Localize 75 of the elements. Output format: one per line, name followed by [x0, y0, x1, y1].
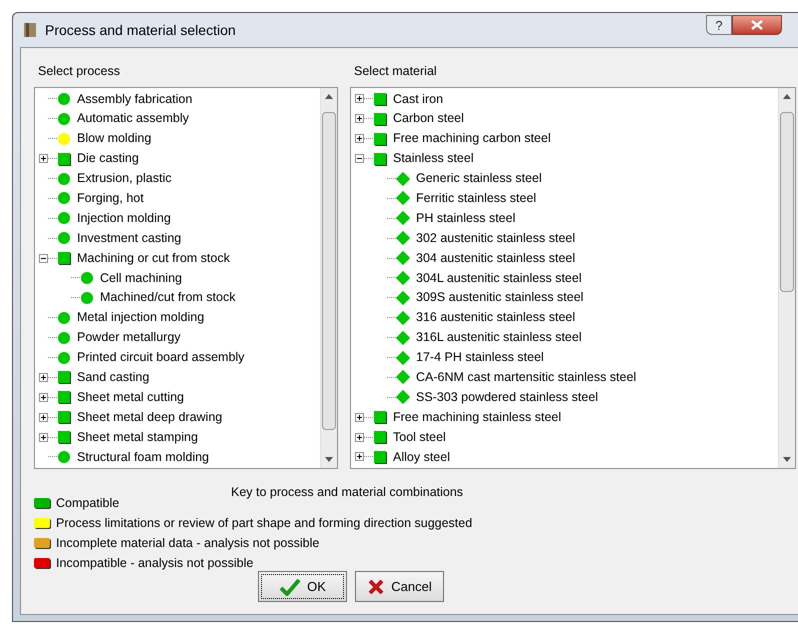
expand-toggle[interactable]: [355, 94, 364, 104]
legend-label: Incomplete material data - analysis not possible: [56, 534, 320, 552]
expand-toggle[interactable]: [355, 134, 364, 144]
tree-item[interactable]: CA-6NM cast martensitic stainless steel: [416, 368, 636, 387]
collapse-toggle[interactable]: [355, 154, 364, 164]
tree-item[interactable]: Cell machining: [100, 268, 182, 288]
tree-item[interactable]: Stainless steel: [393, 149, 474, 168]
tree-item[interactable]: Tool steel: [393, 428, 446, 446]
collapse-toggle[interactable]: [39, 254, 48, 263]
expand-toggle[interactable]: [39, 372, 48, 382]
tree-item[interactable]: Printed circuit board assembly: [77, 348, 244, 367]
tree-item[interactable]: Sand casting: [77, 368, 150, 387]
tree-item[interactable]: Sheet metal cutting: [77, 388, 184, 407]
scrollbar[interactable]: [320, 88, 337, 468]
panel-label: Select process: [38, 63, 121, 80]
tree-item[interactable]: 316L austenitic stainless steel: [416, 328, 582, 347]
scroll-down-icon[interactable]: [783, 457, 791, 462]
close-button[interactable]: [732, 15, 782, 35]
close-icon: [751, 20, 763, 30]
tree-item[interactable]: PH stainless steel: [416, 208, 516, 228]
window-title: Process and material selection: [45, 20, 236, 40]
tree-item[interactable]: Die casting: [77, 149, 139, 168]
tree-item[interactable]: Machining or cut from stock: [77, 248, 230, 268]
cross-icon: [367, 578, 386, 596]
tree-item[interactable]: Sheet metal deep drawing: [77, 408, 222, 427]
expand-toggle[interactable]: [355, 452, 364, 462]
scroll-up-icon[interactable]: [783, 94, 791, 99]
tree-item[interactable]: Blow molding: [77, 129, 152, 148]
help-button[interactable]: ?: [706, 15, 732, 35]
ok-button[interactable]: OK: [258, 571, 347, 602]
legend-label: Incompatible - analysis not possible: [56, 554, 254, 572]
checkmark-icon: [279, 578, 302, 596]
tree-item[interactable]: Injection molding: [77, 208, 171, 228]
tree-item[interactable]: 304 austenitic stainless steel: [416, 248, 576, 268]
tree-item[interactable]: Structural foam molding: [77, 448, 210, 466]
tree-item[interactable]: 316 austenitic stainless steel: [416, 308, 576, 328]
tree-item[interactable]: Powder metallurgy: [77, 328, 181, 347]
tree-item[interactable]: Cast iron: [393, 90, 444, 108]
tree-item[interactable]: 304L austenitic stainless steel: [416, 268, 582, 288]
expand-toggle[interactable]: [355, 114, 364, 124]
expand-toggle[interactable]: [39, 412, 48, 422]
tree-item[interactable]: 302 austenitic stainless steel: [416, 228, 576, 248]
scroll-up-icon[interactable]: [325, 94, 333, 99]
tree-item[interactable]: Investment casting: [77, 228, 182, 248]
legend-label: Process limitations or review of part shape and forming direction suggested: [56, 514, 472, 532]
scroll-down-icon[interactable]: [325, 457, 333, 462]
expand-toggle[interactable]: [39, 154, 48, 164]
legend-label: Compatible: [56, 494, 120, 512]
scroll-thumb[interactable]: [780, 112, 794, 292]
tree-item[interactable]: 309S austenitic stainless steel: [416, 288, 584, 308]
scroll-thumb[interactable]: [322, 112, 336, 430]
tree-item[interactable]: Free machining carbon steel: [393, 129, 551, 148]
expand-toggle[interactable]: [39, 392, 48, 402]
tree-item[interactable]: Alloy steel: [393, 448, 450, 466]
tree-item[interactable]: SS-303 powdered stainless steel: [416, 388, 598, 407]
panel-label: Select material: [354, 63, 438, 80]
tree-item[interactable]: Automatic assembly: [77, 109, 189, 128]
expand-toggle[interactable]: [355, 432, 364, 442]
app-icon: [23, 22, 37, 38]
legend-title: Key to process and material combinations: [231, 484, 464, 501]
tree-item[interactable]: Carbon steel: [393, 109, 464, 128]
cancel-button[interactable]: Cancel: [355, 571, 444, 602]
tree-item[interactable]: Extrusion, plastic: [77, 169, 172, 188]
tree-item[interactable]: Generic stainless steel: [416, 169, 542, 188]
tree-item[interactable]: Ferritic stainless steel: [416, 189, 536, 208]
tree-item[interactable]: Forging, hot: [77, 189, 144, 208]
scrollbar[interactable]: [778, 88, 795, 468]
tree-item[interactable]: 17-4 PH stainless steel: [416, 348, 544, 367]
tree-item[interactable]: Free machining stainless steel: [393, 408, 562, 427]
tree-item[interactable]: Sheet metal stamping: [77, 428, 198, 446]
expand-toggle[interactable]: [39, 432, 48, 442]
tree-item[interactable]: Metal injection molding: [77, 308, 204, 328]
expand-toggle[interactable]: [355, 412, 364, 422]
tree-item[interactable]: Assembly fabrication: [77, 90, 192, 108]
tree-item[interactable]: Machined/cut from stock: [100, 288, 236, 308]
